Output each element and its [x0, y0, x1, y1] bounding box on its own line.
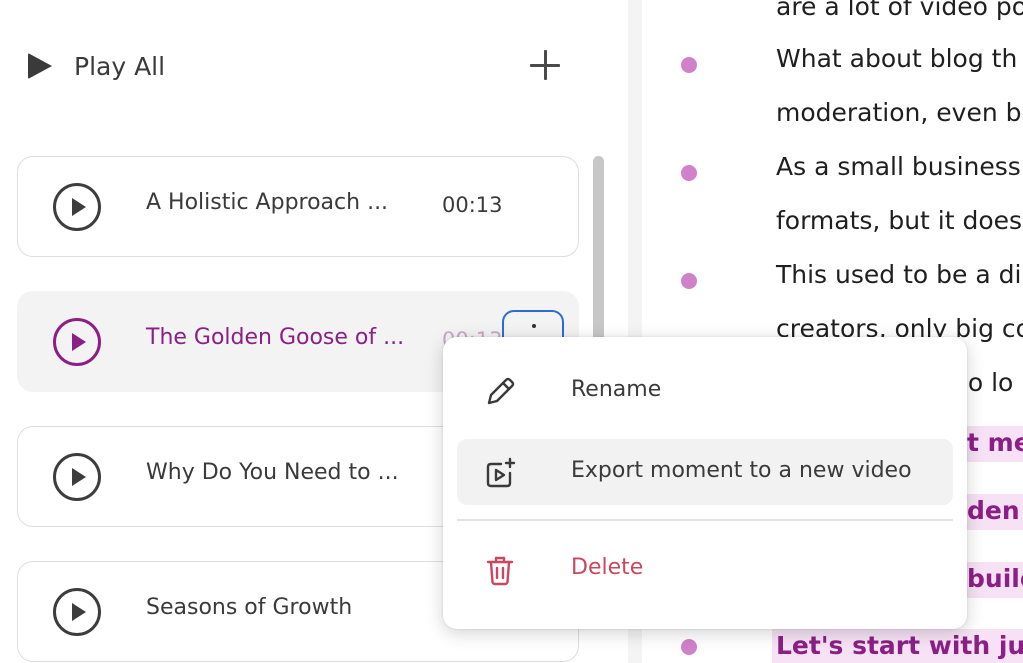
transcript-line-highlighted[interactable]: t me: [967, 428, 1023, 457]
bullet-dot: [681, 165, 697, 181]
bullet-dot: [681, 639, 697, 655]
trash-icon: [483, 553, 517, 587]
video-add-icon: [483, 456, 517, 490]
moment-title: Seasons of Growth: [146, 595, 353, 620]
export-moment-menu-item[interactable]: Export moment to a new video: [457, 439, 953, 505]
transcript-line-highlighted[interactable]: Let's start with jus: [776, 631, 1023, 660]
menu-item-label: Export moment to a new video: [571, 458, 912, 483]
context-menu: Rename Export moment to a new video Dele…: [443, 337, 967, 629]
transcript-line[interactable]: This used to be a di: [776, 260, 1021, 289]
menu-divider: [457, 519, 953, 521]
scrollbar-thumb[interactable]: [593, 156, 604, 346]
transcript-line[interactable]: As a small business: [776, 152, 1021, 181]
kebab-icon: [532, 324, 536, 328]
play-all-button[interactable]: Play All: [28, 46, 165, 86]
transcript-line[interactable]: moderation, even b: [776, 98, 1022, 127]
transcript-line[interactable]: are a lot of video po: [776, 0, 1023, 21]
menu-item-label: Delete: [571, 555, 644, 580]
bullet-dot: [681, 57, 697, 73]
delete-menu-item[interactable]: Delete: [457, 536, 953, 602]
play-circle-icon[interactable]: [53, 183, 101, 231]
menu-item-label: Rename: [571, 377, 662, 402]
rename-menu-item[interactable]: Rename: [457, 358, 953, 424]
transcript-line-highlighted[interactable]: den g: [967, 496, 1023, 525]
plus-icon[interactable]: [524, 44, 566, 86]
transcript-line[interactable]: formats, but it does: [776, 206, 1022, 235]
moment-title: The Golden Goose of ...: [146, 325, 405, 350]
play-circle-icon[interactable]: [53, 453, 101, 501]
play-icon: [28, 53, 52, 79]
play-circle-icon[interactable]: [53, 318, 101, 366]
transcript-line[interactable]: What about blog th: [776, 44, 1017, 73]
bullet-dot: [681, 273, 697, 289]
moment-title: A Holistic Approach ...: [146, 190, 389, 215]
moment-duration: 00:13: [442, 193, 503, 217]
pencil-icon: [483, 375, 517, 409]
transcript-line-highlighted[interactable]: build: [967, 564, 1023, 593]
moment-title: Why Do You Need to ...: [146, 460, 399, 485]
play-circle-icon[interactable]: [53, 588, 101, 636]
moment-card[interactable]: A Holistic Approach ... 00:13: [17, 156, 579, 257]
play-all-label: Play All: [74, 51, 166, 81]
